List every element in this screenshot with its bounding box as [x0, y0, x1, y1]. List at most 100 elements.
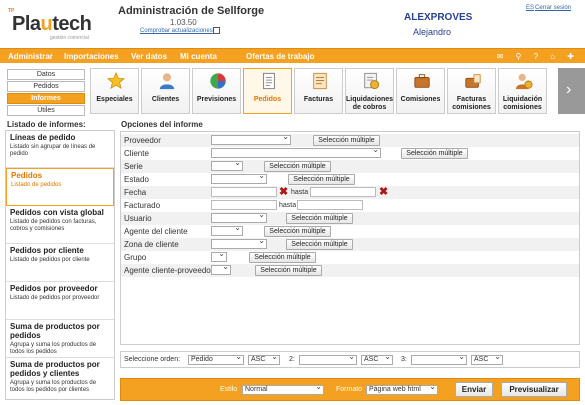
app-header: TP Plautech gestión comercial Administra… [0, 0, 585, 47]
report-title: Suma de productos por pedidos [10, 322, 100, 340]
app-version: 1.03.50 [170, 18, 197, 27]
option-label: Usuario [124, 214, 152, 223]
reports-list-title: Listado de informes: [7, 120, 86, 129]
fecha-desde-input[interactable] [211, 187, 277, 197]
tool-especiales[interactable]: Especiales [90, 68, 139, 114]
agente-select[interactable] [211, 224, 243, 236]
format-label: Formato [336, 386, 363, 393]
report-item-pedidos[interactable]: Pedidos Listado de pedidos [6, 168, 114, 206]
option-row-facturado: Facturado hasta [121, 199, 579, 212]
briefcase-invoice-icon [465, 74, 481, 88]
order-dir-1-select[interactable]: ASC [248, 353, 280, 365]
logout-link[interactable]: Cerrar sesión [535, 5, 571, 11]
clear-fecha-hasta-icon[interactable]: ✖ [379, 187, 388, 198]
grupo-multi-button[interactable]: Selección múltiple [249, 252, 316, 263]
report-desc: Listado sin agrupar de líneas de pedido [10, 144, 96, 157]
update-icon[interactable] [213, 27, 220, 34]
agente-multi-button[interactable]: Selección múltiple [264, 226, 331, 237]
report-item-lineas-pedido[interactable]: Líneas de pedido Listado sin agrupar de … [6, 131, 114, 168]
subnav-pedidos[interactable]: Pedidos [7, 81, 85, 92]
option-label: Cliente [124, 149, 149, 158]
tool-pedidos[interactable]: Pedidos [243, 68, 292, 114]
cliente-multi-button[interactable]: Selección múltiple [401, 148, 468, 159]
facturado-hasta-input[interactable] [297, 200, 363, 210]
serie-select[interactable] [211, 159, 243, 171]
logo-subtitle: gestión comercial [50, 35, 89, 41]
language-link[interactable]: ES [526, 5, 534, 11]
zona-multi-button[interactable]: Selección múltiple [286, 239, 353, 250]
cliente-select[interactable] [211, 146, 381, 158]
report-desc: Listado de pedidos con facturas, cobros … [10, 219, 97, 232]
order-dir-2-select[interactable]: ASC [361, 353, 393, 365]
report-title: Pedidos [11, 171, 43, 180]
option-row-cliente: Cliente Selección múltiple [121, 146, 579, 160]
proveedor-multi-button[interactable]: Selección múltiple [313, 135, 380, 146]
menu-item-importaciones[interactable]: Importaciones [64, 52, 119, 61]
report-desc: Listado de pedidos por proveedor [10, 295, 100, 301]
order-field-3-select[interactable] [411, 353, 467, 365]
preview-button[interactable]: Previsualizar [501, 382, 567, 397]
user-icon [159, 73, 175, 90]
fecha-hasta-input[interactable] [310, 187, 376, 197]
tool-clientes[interactable]: Clientes [141, 68, 190, 114]
report-item-suma-productos[interactable]: Suma de productos por pedidos Agrupa y s… [6, 320, 114, 358]
option-label: Agente cliente-proveedor [124, 266, 214, 275]
settlement-icon [364, 72, 380, 90]
option-label: Grupo [124, 253, 147, 262]
send-button[interactable]: Enviar [455, 382, 493, 397]
facturado-desde-input[interactable] [211, 200, 277, 210]
subnav-utiles[interactable]: Útiles [7, 105, 85, 116]
order-dir-3-select[interactable]: ASC [471, 353, 503, 365]
report-item-por-cliente[interactable]: Pedidos por cliente Listado de pedidos p… [6, 244, 114, 282]
option-row-proveedor: Proveedor Selección múltiple [121, 133, 579, 147]
tool-label: Liquidaciones de cobros [346, 96, 394, 111]
report-item-suma-productos-clientes[interactable]: Suma de productos por pedidos y clientes… [6, 358, 114, 399]
menu-item-ofertas[interactable]: Ofertas de trabajo [246, 52, 314, 61]
menu-item-mi-cuenta[interactable]: Mi cuenta [180, 52, 217, 61]
format-select[interactable]: Página web html [366, 383, 438, 395]
subnav-informes[interactable]: Informes [7, 93, 85, 104]
tool-liquidacion-comisiones[interactable]: Liquidación comisiones [498, 68, 547, 114]
briefcase-icon [414, 74, 430, 88]
estado-select[interactable] [211, 172, 267, 184]
tool-facturas-comisiones[interactable]: Facturas comisiones [447, 68, 496, 114]
estado-multi-button[interactable]: Selección múltiple [288, 174, 355, 185]
serie-multi-button[interactable]: Selección múltiple [264, 161, 331, 172]
tool-label: Previsiones [196, 96, 237, 103]
order-field-2-select[interactable] [299, 353, 357, 365]
plautech-logo[interactable]: TP Plautech gestión comercial [6, 8, 98, 44]
subnav-datos[interactable]: Datos [7, 69, 85, 80]
order-field-1-select[interactable]: Pedido [188, 353, 244, 365]
tool-label: Facturas comisiones [452, 96, 491, 111]
tool-label: Clientes [151, 96, 180, 103]
option-row-serie: Serie Selección múltiple [121, 159, 579, 173]
tool-facturas[interactable]: Facturas [294, 68, 343, 114]
menu-icons[interactable]: ✉ ⚲ ? ⌂ ✚ [497, 52, 579, 61]
option-label: Serie [124, 162, 143, 171]
style-label: Estilo [220, 386, 238, 393]
usuario-select[interactable] [211, 211, 267, 223]
usuario-multi-button[interactable]: Selección múltiple [286, 213, 353, 224]
report-item-vista-global[interactable]: Pedidos con vista global Listado de pedi… [6, 206, 114, 244]
agente-proveedor-multi-button[interactable]: Selección múltiple [255, 265, 322, 276]
tool-comisiones[interactable]: Comisiones [396, 68, 445, 114]
report-item-por-proveedor[interactable]: Pedidos por proveedor Listado de pedidos… [6, 282, 114, 320]
check-updates-link[interactable]: Comprobar actualizaciones [140, 28, 213, 34]
main-menu: Administrar Importaciones Ver datos Mi c… [0, 48, 585, 63]
option-label: Zona de cliente [124, 240, 179, 249]
zona-select[interactable] [211, 237, 267, 249]
agente-proveedor-select[interactable] [211, 263, 231, 275]
grupo-select[interactable] [211, 250, 227, 262]
option-label: Agente del cliente [124, 227, 188, 236]
proveedor-select[interactable] [211, 133, 291, 145]
hasta-label: hasta [279, 202, 297, 209]
menu-item-administrar[interactable]: Administrar [8, 52, 53, 61]
tool-liquidaciones-cobros[interactable]: Liquidaciones de cobros [345, 68, 394, 114]
report-title: Pedidos por cliente [10, 246, 84, 255]
tool-previsiones[interactable]: Previsiones [192, 68, 241, 114]
clear-fecha-desde-icon[interactable]: ✖ [279, 187, 288, 198]
style-select[interactable]: Normal [242, 383, 324, 395]
option-row-agente-proveedor: Agente cliente-proveedor Selección múlti… [121, 263, 579, 277]
menu-item-ver-datos[interactable]: Ver datos [131, 52, 167, 61]
toolbar-next-button[interactable]: › [558, 68, 585, 114]
